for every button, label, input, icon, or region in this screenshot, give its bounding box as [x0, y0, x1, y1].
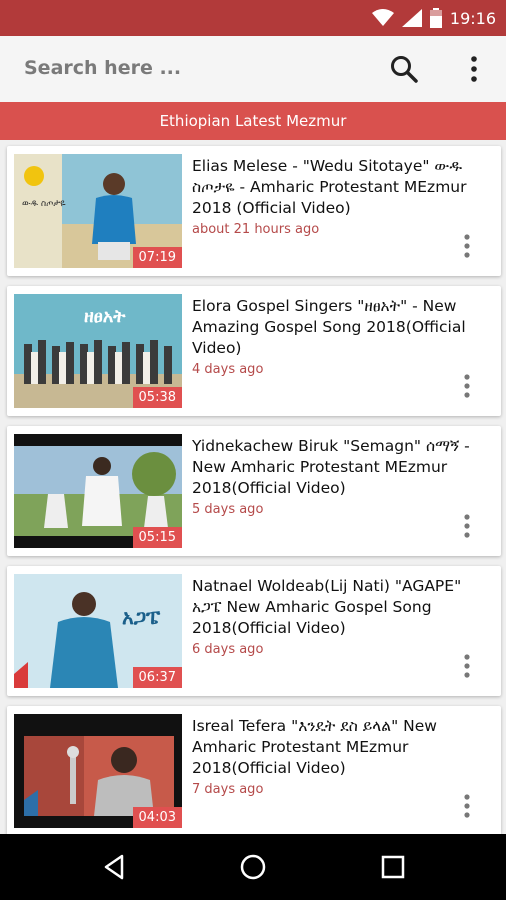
video-age: 6 days ago — [192, 642, 264, 657]
video-options-button[interactable] — [457, 792, 477, 820]
wifi-icon — [371, 9, 394, 26]
more-vert-icon — [464, 374, 470, 398]
video-card[interactable]: አጋፔ 06:37 Natnael Woldeab(Lij Nati) "AGA… — [7, 566, 501, 696]
search-icon — [391, 56, 418, 83]
more-vert-icon — [464, 794, 470, 818]
video-title[interactable]: Natnael Woldeab(Lij Nati) "AGAPE" አጋፔ Ne… — [192, 576, 488, 639]
home-button[interactable] — [238, 852, 268, 882]
more-vert-icon — [464, 234, 470, 258]
video-thumbnail[interactable]: ዘፀአት 05:38 — [14, 294, 182, 408]
video-age: 7 days ago — [192, 782, 264, 797]
video-age: 5 days ago — [192, 502, 264, 517]
back-icon — [104, 854, 124, 880]
thumbnail-caption: አጋፔ — [122, 605, 161, 629]
more-vert-icon — [471, 56, 477, 82]
recents-icon — [381, 855, 405, 879]
signal-icon — [401, 9, 422, 27]
system-nav-bar — [0, 834, 506, 900]
video-duration: 04:03 — [132, 807, 182, 828]
video-duration: 05:15 — [132, 527, 182, 548]
video-card[interactable]: 05:15 Yidnekachew Biruk "Semagn" ሰማኝ - N… — [7, 426, 501, 556]
status-icons: 19:16 — [371, 0, 496, 36]
video-thumbnail[interactable]: 05:15 — [14, 434, 182, 548]
thumbnail-caption: ውዱ ስጦታዬ — [22, 199, 66, 209]
category-banner: Ethiopian Latest Mezmur — [0, 102, 506, 140]
clock: 19:16 — [449, 8, 496, 28]
video-card[interactable]: ውዱ ስጦታዬ 07:19 Elias Melese - "Wedu Sitot… — [7, 146, 501, 276]
video-card[interactable]: ዘፀአት 05:38 Elora Gospel Singers "ዘፀአት" -… — [7, 286, 501, 416]
battery-icon — [429, 8, 442, 28]
video-title[interactable]: Elias Melese - "Wedu Sitotaye" ውዱ ስጦታዬ -… — [192, 156, 488, 219]
overflow-menu-button[interactable] — [462, 53, 486, 85]
video-thumbnail[interactable]: ውዱ ስጦታዬ 07:19 — [14, 154, 182, 268]
video-duration: 06:37 — [132, 667, 182, 688]
app-bar — [0, 36, 506, 102]
video-options-button[interactable] — [457, 652, 477, 680]
video-age: 4 days ago — [192, 362, 264, 377]
video-thumbnail[interactable]: አጋፔ 06:37 — [14, 574, 182, 688]
more-vert-icon — [464, 654, 470, 678]
search-input[interactable] — [24, 57, 354, 79]
video-title[interactable]: Isreal Tefera "እንዴት ደስ ይላል" New Amharic … — [192, 716, 488, 779]
video-title[interactable]: Elora Gospel Singers "ዘፀአት" - New Amazin… — [192, 296, 488, 359]
recents-button[interactable] — [378, 852, 408, 882]
video-age: about 21 hours ago — [192, 222, 320, 237]
more-vert-icon — [464, 514, 470, 538]
video-list[interactable]: ውዱ ስጦታዬ 07:19 Elias Melese - "Wedu Sitot… — [0, 140, 506, 834]
video-thumbnail[interactable]: 04:03 — [14, 714, 182, 828]
video-options-button[interactable] — [457, 372, 477, 400]
video-options-button[interactable] — [457, 232, 477, 260]
video-duration: 07:19 — [132, 247, 182, 268]
video-card[interactable]: 04:03 Isreal Tefera "እንዴት ደስ ይላል" New Am… — [7, 706, 501, 834]
status-bar: 19:16 — [0, 0, 506, 36]
search-button[interactable] — [388, 53, 420, 85]
home-icon — [240, 854, 266, 880]
video-title[interactable]: Yidnekachew Biruk "Semagn" ሰማኝ - New Amh… — [192, 436, 488, 499]
thumbnail-caption: ዘፀአት — [84, 306, 126, 327]
back-button[interactable] — [100, 852, 130, 882]
video-duration: 05:38 — [132, 387, 182, 408]
video-options-button[interactable] — [457, 512, 477, 540]
